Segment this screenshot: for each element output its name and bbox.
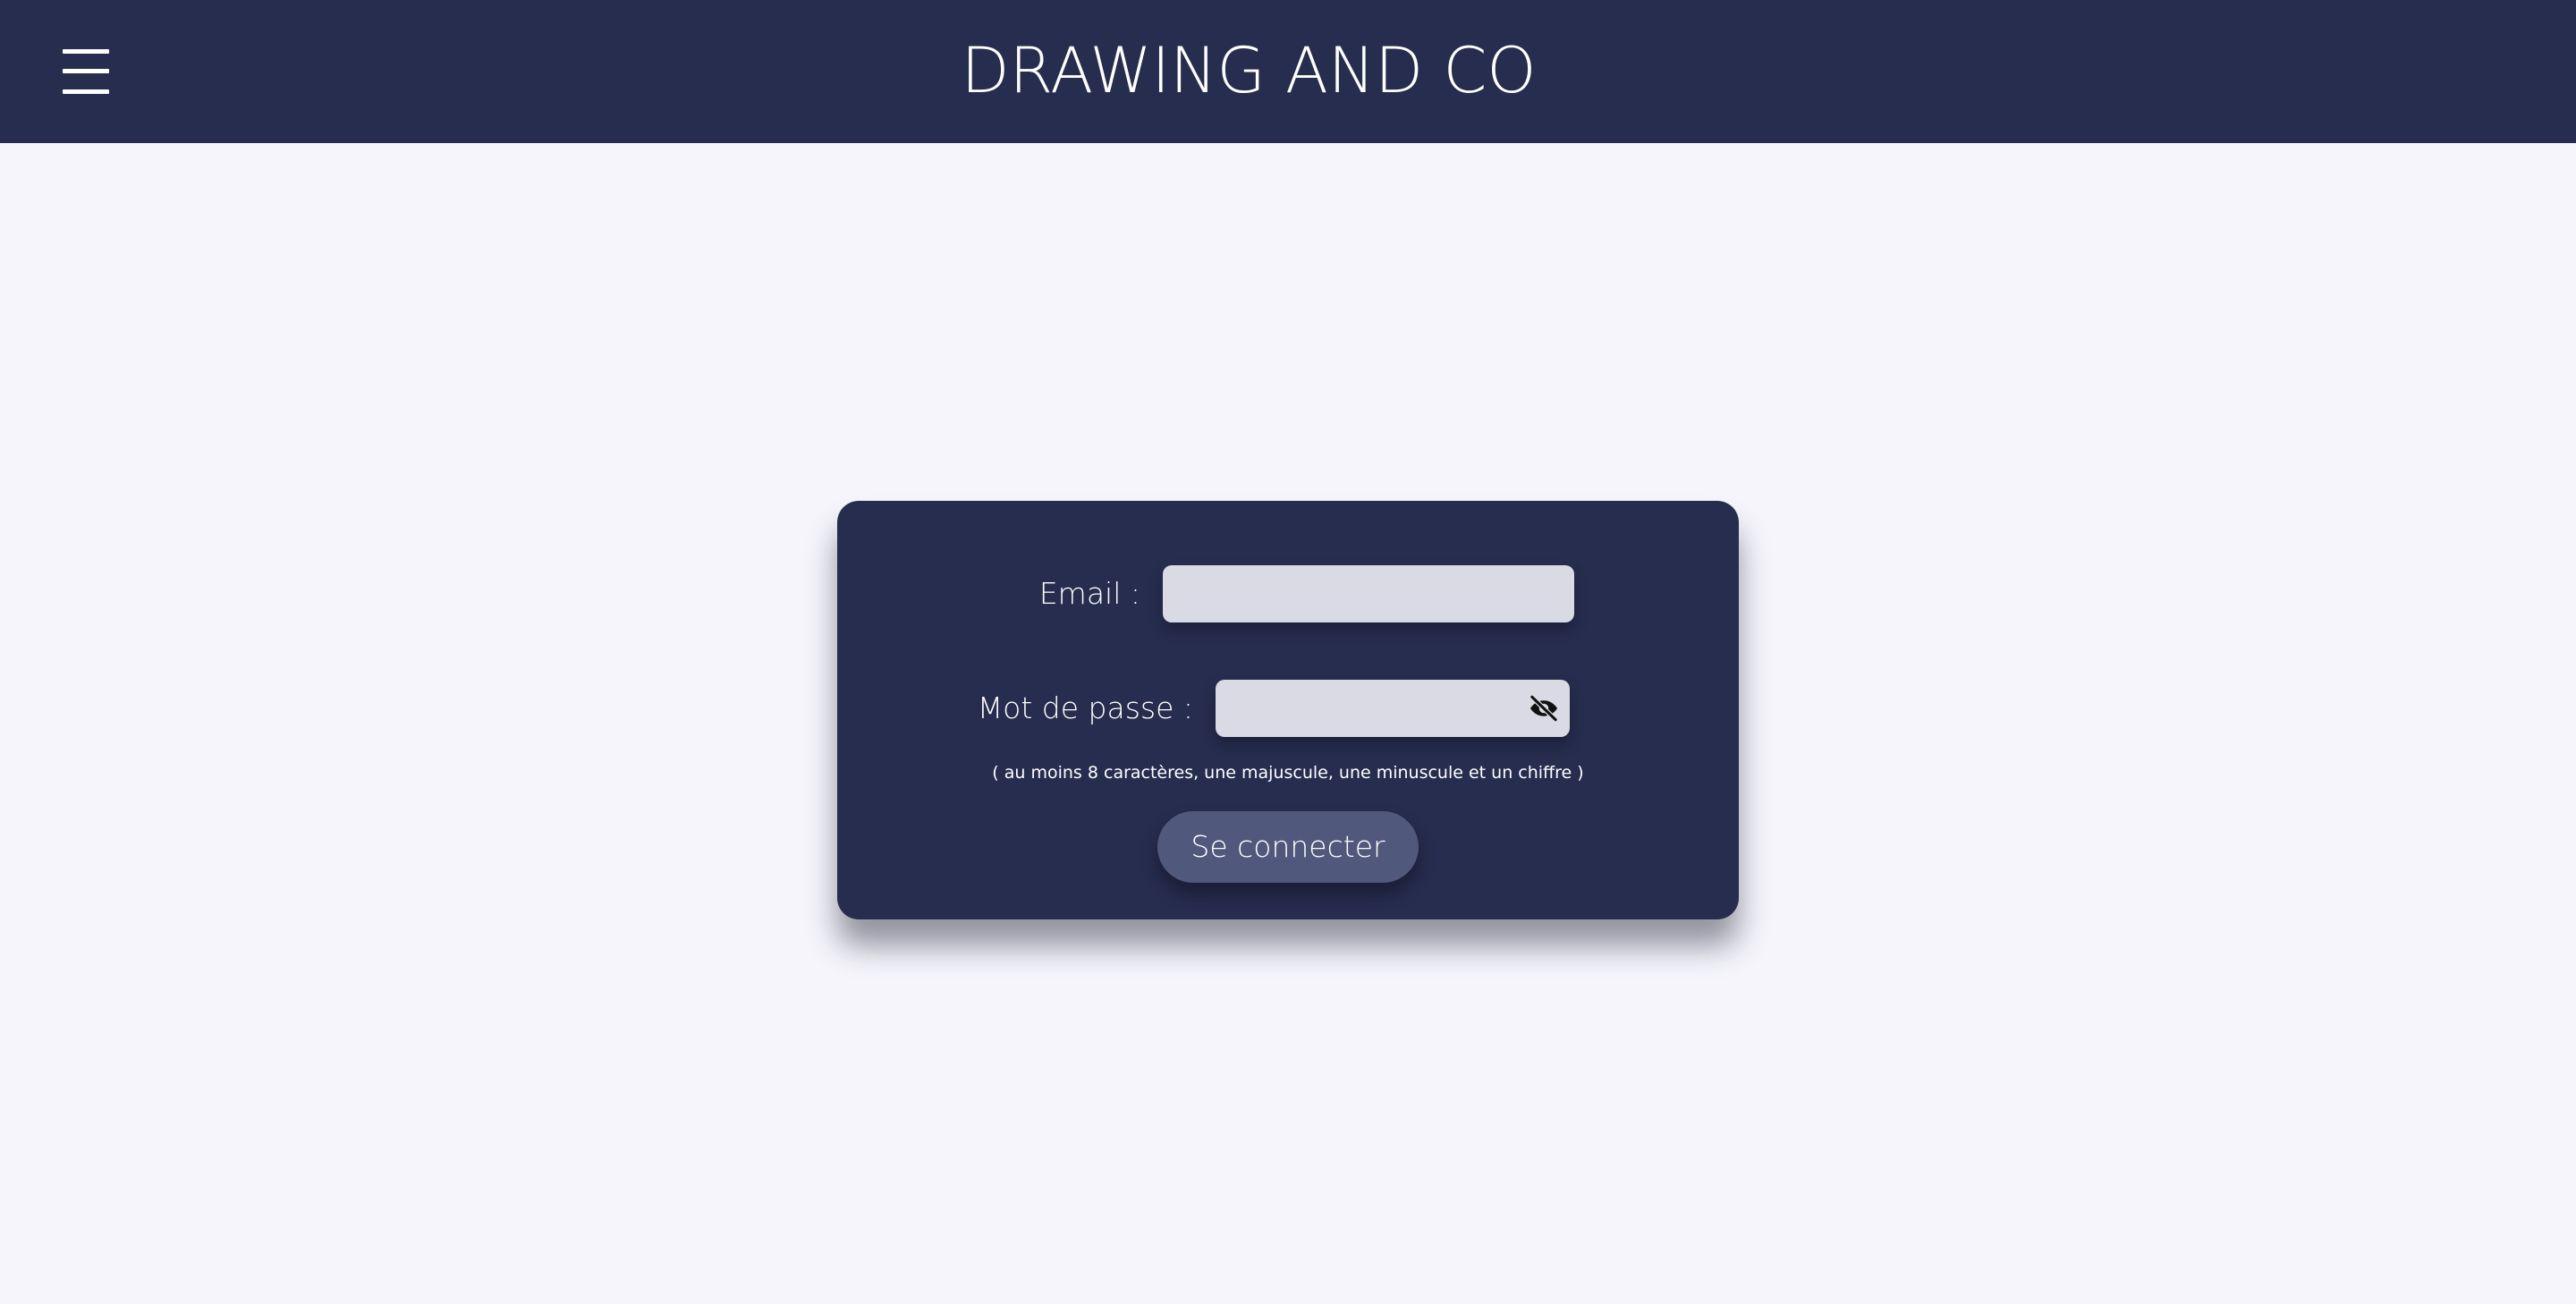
login-card: Email : Mot de passe : ( au moins 8 cara… xyxy=(837,501,1739,919)
email-input[interactable] xyxy=(1163,565,1574,622)
email-label: Email : xyxy=(1038,576,1140,611)
password-hint: ( au moins 8 caractères, une majuscule, … xyxy=(992,763,1584,783)
eye-slash-icon[interactable] xyxy=(1526,692,1562,724)
password-input[interactable] xyxy=(1216,680,1570,737)
login-button[interactable]: Se connecter xyxy=(1157,811,1419,883)
top-header: DRAWING AND CO xyxy=(0,0,2576,143)
password-label: Mot de passe : xyxy=(977,690,1193,725)
site-title: DRAWING AND CO xyxy=(961,34,1537,107)
